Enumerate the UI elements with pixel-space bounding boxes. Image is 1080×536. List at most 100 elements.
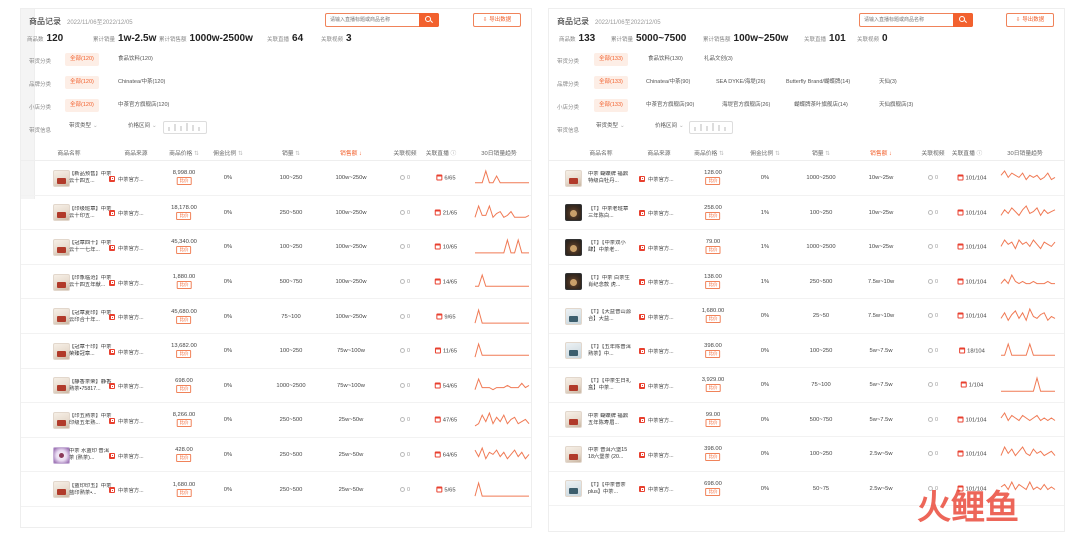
table-row[interactable]: 【T】【五年陈普洱熟茶】中... 中茶官方... 398.00 比价 0% 100~250… [549,334,1064,368]
related-live[interactable]: 21/65 [434,209,457,216]
related-video[interactable]: 0 [399,244,410,250]
related-live[interactable]: 11/65 [434,347,457,355]
filter-chip[interactable]: 价格区间 ⌄ [650,120,689,133]
table-row[interactable]: 中茶 蝴蝶牌 福鼎特级白牡丹... 中茶官方... 128.00 比价 0% 1000~2… [549,161,1064,196]
product-thumbnail[interactable] [565,445,582,463]
product-name[interactable]: 【蓝印印五】中茶 蓝印熟茶•... [69,483,113,497]
product-name[interactable]: 【印级班章】中茶 云十印五... [69,206,113,220]
product-source[interactable]: 中茶官方... [639,347,674,355]
product-thumbnail[interactable] [53,481,70,499]
column-header[interactable]: 销售额 ↓ [340,148,362,157]
related-video[interactable]: 0 [927,278,938,285]
product-name[interactable]: 中茶 普洱六堡15 18六堡茶 (20... [588,447,632,461]
product-thumbnail[interactable] [53,308,70,326]
compare-price-link[interactable]: 比价 [705,211,721,220]
product-source[interactable]: 中茶官方... [639,209,674,217]
search-button[interactable] [419,13,439,27]
related-video[interactable]: 0 [399,175,410,181]
compare-price-link[interactable]: 比价 [705,177,721,186]
product-thumbnail[interactable] [53,411,70,429]
column-header[interactable]: 商品价格 ⇅ [694,148,724,157]
table-row[interactable]: 【T】中茶老班章三年陈白... 中茶官方... 258.00 比价 1% 100~250 1… [549,196,1064,230]
table-row[interactable]: 【T】【中茶双小肆】中茶老... 中茶官方... 79.00 比价 1% 1000~250… [549,230,1064,265]
price-range-slider[interactable] [163,121,207,134]
filter-chip[interactable]: 全部(120) [65,76,99,89]
compare-price-link[interactable]: 比价 [176,315,192,324]
compare-price-link[interactable]: 比价 [176,384,192,393]
filter-chip[interactable]: SEA DYKE/海堤(26) [711,76,771,89]
product-source[interactable]: 中茶官方... [639,244,674,252]
column-header[interactable]: 关联视频 [921,148,944,157]
related-video[interactable]: 0 [927,313,938,319]
column-header[interactable]: 商品价格 ⇅ [169,148,199,157]
related-live[interactable]: 101/104 [957,209,986,216]
related-video[interactable]: 0 [927,382,938,388]
related-video[interactable]: 0 [927,416,938,423]
price-range-slider[interactable] [689,121,733,134]
product-name[interactable]: 【T】【五年陈普洱熟茶】中... [588,344,632,358]
product-thumbnail[interactable] [53,273,70,291]
product-thumbnail[interactable] [565,169,582,187]
table-row[interactable]: 【蓝印印五】中茶 蓝印熟茶•... 中茶官方... 1,680.00 比价 0% 250~… [21,472,531,507]
product-name[interactable]: 【冠章十印】中茶 荣臻冠章... [69,344,113,358]
filter-chip[interactable]: 食品饮料(120) [113,53,158,66]
related-live[interactable]: 47/65 [434,416,457,424]
filter-chip[interactable]: 天仙(3) [874,76,902,89]
related-live[interactable]: 101/104 [957,278,986,285]
column-header[interactable]: 销量 ⇅ [812,148,830,157]
table-row[interactable]: 【冠章夏印】中茶 云印合十年... 中茶官方... 45,680.00 比价 0% 75~… [21,299,531,334]
product-source[interactable]: 中茶官方... [639,313,674,321]
product-thumbnail[interactable] [565,480,582,498]
product-source[interactable]: 中茶官方... [639,485,674,493]
filter-chip[interactable]: 蝴蝶牌茶叶旗舰店(14) [789,99,853,112]
product-source[interactable]: 中茶官方... [109,279,144,287]
filter-chip[interactable]: 全部(120) [65,99,99,112]
filter-chip[interactable]: 价格区间 ⌄ [123,120,162,133]
related-video[interactable]: 0 [927,209,938,216]
product-thumbnail[interactable] [53,342,70,360]
related-video[interactable]: 0 [399,452,410,458]
related-live[interactable]: 101/104 [957,174,986,182]
related-video[interactable]: 0 [399,382,410,389]
product-source[interactable]: 中茶官方... [639,175,674,183]
search-box[interactable] [859,13,973,27]
table-row[interactable]: 中茶 蝴蝶牌 福鼎五年陈寿眉... 中茶官方... 99.00 比价 0% 500~750… [549,403,1064,437]
compare-price-link[interactable]: 比价 [176,281,192,290]
compare-price-link[interactable]: 比价 [705,315,721,324]
compare-price-link[interactable]: 比价 [176,488,192,497]
table-row[interactable]: 【静香茶荣】静香熟茶•75817... 中茶官方... 698.00 比价 0% 1000… [21,369,531,404]
product-source[interactable]: 中茶官方... [109,209,144,217]
table-row[interactable]: 【T】【中茶生日礼盒】中茶... 中茶官方... 3,929.00 比价 0% 75~10… [549,368,1064,403]
related-video[interactable]: 0 [399,279,410,285]
table-row[interactable]: 【T】中茶 白茶生肖纪念款 虎... 中茶官方... 138.00 比价 1% 250~5… [549,265,1064,299]
related-live[interactable]: 101/104 [957,243,986,251]
filter-chip[interactable]: 礼品文创(3) [699,53,738,66]
product-name[interactable]: 中茶 蝴蝶牌 福鼎五年陈寿眉... [588,413,632,427]
product-source[interactable]: 中茶官方... [109,175,144,183]
product-source[interactable]: 中茶官方... [639,416,674,424]
product-name[interactable]: 【印五熟茶】中茶 印级五年熟... [69,413,113,427]
product-source[interactable]: 中茶官方... [109,452,144,460]
product-name[interactable]: 【冠章四十】中茶 云十一七年... [69,240,113,254]
related-live[interactable]: 14/65 [434,278,457,286]
search-box[interactable] [325,13,439,27]
product-thumbnail[interactable] [565,307,582,325]
related-live[interactable]: 10/65 [434,243,457,251]
product-name[interactable]: 【冠章夏印】中茶 云印合十年... [69,310,113,324]
product-name[interactable]: 【新品预售】中茶 云十四五... [69,171,113,185]
product-name[interactable]: 中茶 水蓝印 普洱茶 (熟茶)... [69,448,113,462]
column-header[interactable]: 佣金比例 ⇅ [213,148,243,157]
column-header[interactable]: 关联直播 ⓘ [952,148,983,157]
related-video[interactable]: 0 [399,313,410,320]
related-video[interactable]: 0 [399,417,410,423]
related-live[interactable]: 101/104 [957,312,986,320]
column-header[interactable]: 30日销量趋势 [1007,148,1042,157]
column-header[interactable]: 30日销量趋势 [481,148,516,157]
compare-price-link[interactable]: 比价 [705,349,721,358]
product-thumbnail[interactable] [53,204,70,222]
column-header[interactable]: 销量 ⇅ [282,148,300,157]
product-source[interactable]: 中茶官方... [109,382,144,390]
column-header[interactable]: 关联视频 [393,148,416,157]
product-name[interactable]: 【T】中茶老班章三年陈白... [588,206,632,220]
filter-chip[interactable]: 海堤官方旗舰店(26) [717,99,775,112]
